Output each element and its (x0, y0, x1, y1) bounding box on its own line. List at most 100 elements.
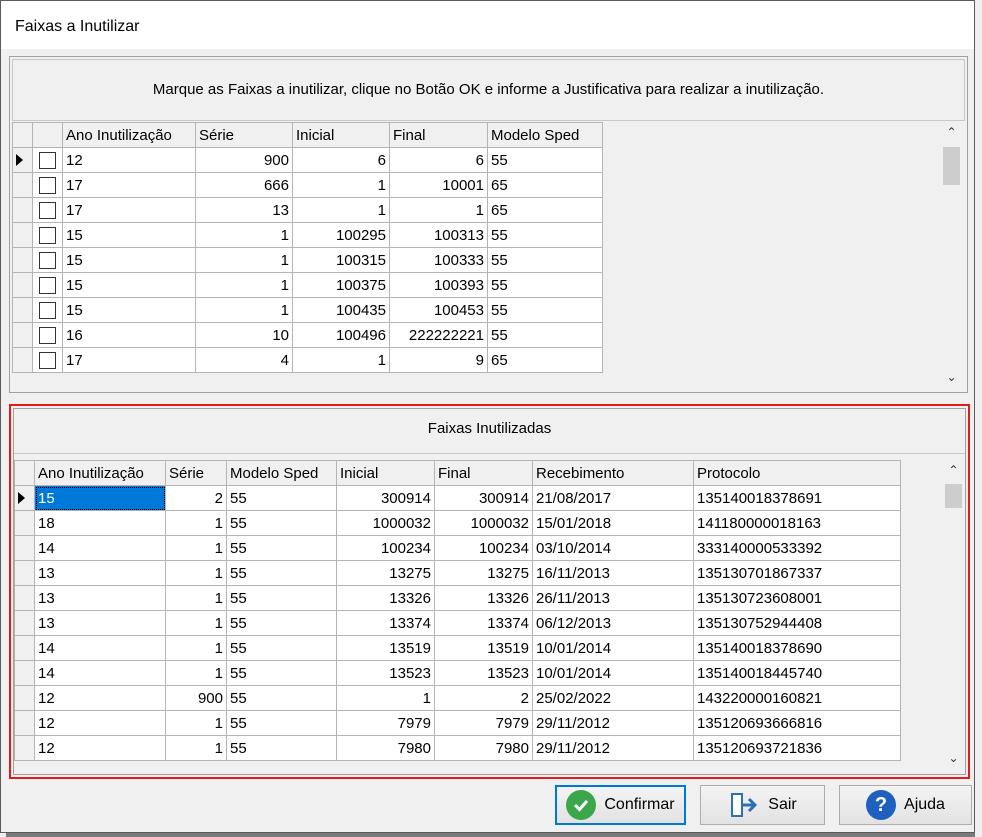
table-cell[interactable]: 15 (34, 485, 166, 511)
table-row[interactable]: 14 1 55 13519 13519 10/01/2014 135140018378690 (14, 635, 901, 661)
column-header[interactable]: Final (389, 122, 488, 148)
scroll-down-icon[interactable]: ⌄ (941, 367, 962, 387)
table-cell[interactable]: 1 (292, 347, 390, 373)
table-cell[interactable]: 13523 (336, 660, 435, 686)
table-cell[interactable]: 1 (336, 685, 435, 711)
table-cell[interactable]: 135130723608001 (693, 585, 901, 611)
table-cell[interactable]: 13 (34, 610, 166, 636)
table-cell[interactable]: 135130701867337 (693, 560, 901, 586)
table-cell[interactable]: 333140000533392 (693, 535, 901, 561)
bottom-grid-scrollbar[interactable]: ⌃ ⌄ (943, 460, 964, 770)
table-row[interactable]: 12 900 55 1 2 25/02/2022 143220000160821 (14, 685, 901, 711)
table-cell[interactable]: 10001 (389, 172, 488, 198)
table-cell[interactable]: 1 (195, 222, 293, 248)
table-cell[interactable]: 1 (195, 247, 293, 273)
table-cell[interactable]: 15 (62, 272, 196, 298)
table-cell[interactable]: 13374 (336, 610, 435, 636)
table-cell[interactable]: 55 (226, 635, 337, 661)
table-cell[interactable]: 55 (226, 535, 337, 561)
table-cell[interactable]: 13519 (336, 635, 435, 661)
table-cell[interactable]: 1000032 (434, 510, 533, 536)
table-cell[interactable]: 135130752944408 (693, 610, 901, 636)
scroll-up-icon[interactable]: ⌃ (943, 460, 964, 480)
table-cell[interactable]: 13519 (434, 635, 533, 661)
table-cell[interactable]: 14 (34, 635, 166, 661)
row-checkbox-cell[interactable] (32, 272, 63, 298)
table-cell[interactable]: 13 (195, 197, 293, 223)
column-header[interactable]: Inicial (292, 122, 390, 148)
table-cell[interactable]: 1 (292, 197, 390, 223)
row-checkbox[interactable] (39, 226, 56, 244)
table-cell[interactable]: 1 (389, 197, 488, 223)
table-cell[interactable]: 14 (34, 660, 166, 686)
column-header[interactable]: Recebimento (532, 460, 694, 486)
column-header[interactable]: Modelo Sped (487, 122, 603, 148)
table-cell[interactable]: 1 (165, 610, 227, 636)
help-button[interactable]: ? Ajuda (839, 785, 972, 825)
table-cell[interactable]: 17 (62, 347, 196, 373)
scroll-thumb[interactable] (945, 484, 962, 508)
table-row[interactable]: 13 1 55 13326 13326 26/11/2013 135130723608001 (14, 585, 901, 611)
table-cell[interactable]: 55 (487, 247, 603, 273)
table-cell[interactable]: 2 (165, 485, 227, 511)
table-row[interactable]: 15 1 100315 100333 55 (12, 247, 603, 273)
row-checkbox-cell[interactable] (32, 297, 63, 323)
row-checkbox[interactable] (39, 301, 56, 319)
table-cell[interactable]: 1 (165, 535, 227, 561)
table-cell[interactable]: 18 (34, 510, 166, 536)
table-row[interactable]: 15 1 100295 100313 55 (12, 222, 603, 248)
table-cell[interactable]: 55 (226, 585, 337, 611)
column-header[interactable]: Inicial (336, 460, 435, 486)
table-cell[interactable]: 1 (165, 635, 227, 661)
table-cell[interactable]: 6 (292, 147, 390, 173)
row-checkbox[interactable] (39, 201, 56, 219)
confirm-button[interactable]: Confirmar (555, 785, 686, 825)
table-cell[interactable]: 1 (195, 272, 293, 298)
table-cell[interactable]: 9 (389, 347, 488, 373)
table-cell[interactable]: 13275 (434, 560, 533, 586)
exit-button[interactable]: Sair (700, 785, 825, 825)
table-cell[interactable]: 65 (487, 172, 603, 198)
table-row[interactable]: 16 10 100496 222222221 55 (12, 322, 603, 348)
table-row[interactable]: 15 1 100435 100453 55 (12, 297, 603, 323)
table-row[interactable]: 15 2 55 300914 300914 21/08/2017 1351400183786… (14, 485, 901, 511)
table-cell[interactable]: 100496 (292, 322, 390, 348)
table-cell[interactable]: 900 (165, 685, 227, 711)
row-checkbox-cell[interactable] (32, 147, 63, 173)
table-cell[interactable]: 7979 (434, 710, 533, 736)
table-cell[interactable]: 12 (62, 147, 196, 173)
table-cell[interactable]: 21/08/2017 (532, 485, 694, 511)
column-header[interactable]: Ano Inutilização (62, 122, 196, 148)
table-cell[interactable]: 65 (487, 197, 603, 223)
scroll-thumb[interactable] (943, 147, 960, 185)
table-cell[interactable]: 100453 (389, 297, 488, 323)
table-cell[interactable]: 13374 (434, 610, 533, 636)
table-cell[interactable]: 135140018378690 (693, 635, 901, 661)
table-row[interactable]: 17 666 1 10001 65 (12, 172, 603, 198)
table-cell[interactable]: 55 (487, 222, 603, 248)
table-cell[interactable]: 1 (165, 660, 227, 686)
row-checkbox[interactable] (39, 176, 56, 194)
table-row[interactable]: 18 1 55 1000032 1000032 15/01/2018 14118000001… (14, 510, 901, 536)
table-cell[interactable]: 16/11/2013 (532, 560, 694, 586)
table-row[interactable]: 13 1 55 13275 13275 16/11/2013 135130701867337 (14, 560, 901, 586)
table-cell[interactable]: 7980 (434, 735, 533, 761)
table-cell[interactable]: 100295 (292, 222, 390, 248)
table-cell[interactable]: 15/01/2018 (532, 510, 694, 536)
top-grid-scrollbar[interactable]: ⌃ ⌄ (941, 122, 962, 387)
table-cell[interactable]: 100435 (292, 297, 390, 323)
table-row[interactable]: 13 1 55 13374 13374 06/12/2013 135130752944408 (14, 610, 901, 636)
table-cell[interactable]: 16 (62, 322, 196, 348)
row-checkbox-cell[interactable] (32, 347, 63, 373)
table-cell[interactable]: 55 (487, 322, 603, 348)
row-checkbox-cell[interactable] (32, 222, 63, 248)
table-cell[interactable]: 65 (487, 347, 603, 373)
table-cell[interactable]: 55 (226, 735, 337, 761)
table-cell[interactable]: 29/11/2012 (532, 735, 694, 761)
table-cell[interactable]: 2 (434, 685, 533, 711)
table-cell[interactable]: 13326 (434, 585, 533, 611)
table-cell[interactable]: 100393 (389, 272, 488, 298)
row-checkbox[interactable] (39, 251, 56, 269)
table-cell[interactable]: 1 (165, 585, 227, 611)
table-cell[interactable]: 15 (62, 297, 196, 323)
